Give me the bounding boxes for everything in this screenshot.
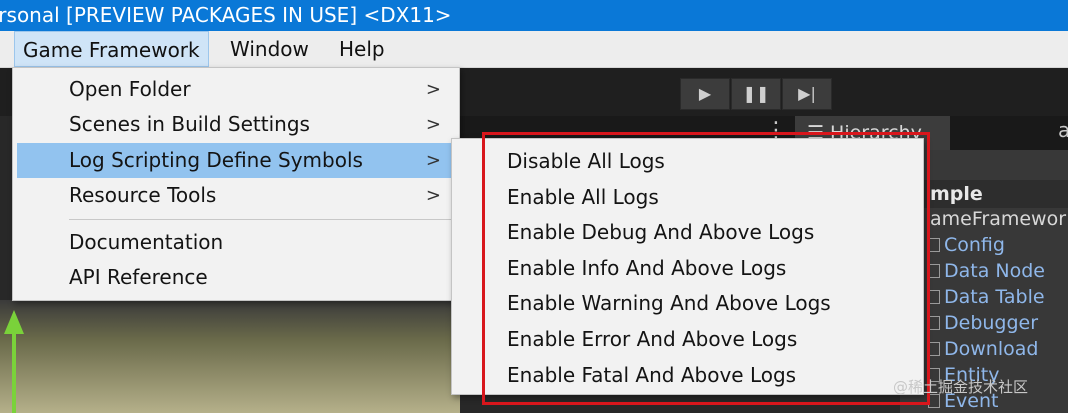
scene-view[interactable]	[0, 300, 460, 413]
menu-item-scenes-in-build-settings[interactable]: Scenes in Build Settings >	[17, 107, 455, 142]
step-icon: ▶|	[798, 84, 816, 103]
menu-window[interactable]: Window	[222, 31, 317, 67]
hierarchy-item-config[interactable]: Config	[928, 234, 1005, 256]
menu-item-open-folder[interactable]: Open Folder >	[17, 72, 455, 107]
play-icon: ▶	[698, 84, 712, 103]
chevron-right-icon: >	[425, 79, 441, 100]
hierarchy-item-debugger[interactable]: Debugger	[928, 312, 1038, 334]
chevron-right-icon: >	[425, 114, 441, 135]
menu-item-resource-tools[interactable]: Resource Tools >	[17, 178, 455, 213]
menu-item-log-scripting-define-symbols[interactable]: Log Scripting Define Symbols >	[17, 143, 455, 178]
hierarchy-item-download[interactable]: Download	[928, 338, 1038, 360]
menu-separator	[69, 219, 455, 220]
hierarchy-item-data-node[interactable]: Data Node	[928, 260, 1045, 282]
play-button[interactable]: ▶	[680, 78, 730, 110]
game-framework-dropdown: Open Folder > Scenes in Build Settings >…	[12, 67, 460, 301]
menu-game-framework[interactable]: Game Framework	[14, 31, 209, 67]
hierarchy-item-data-table[interactable]: Data Table	[928, 286, 1045, 308]
annotation-highlight-box	[482, 132, 930, 405]
chevron-right-icon: >	[425, 185, 441, 206]
window-title: ersonal [PREVIEW PACKAGES IN USE] <DX11>	[0, 3, 452, 27]
menu-help[interactable]: Help	[331, 31, 393, 67]
hierarchy-root-object[interactable]: ameFramewor	[930, 208, 1066, 230]
watermark: @稀土掘金技术社区	[893, 378, 1029, 396]
menu-bar: Game Framework Window Help	[0, 31, 1068, 68]
pause-button[interactable]: ❚❚	[731, 78, 781, 110]
menu-item-api-reference[interactable]: API Reference	[17, 260, 455, 295]
menu-item-documentation[interactable]: Documentation	[17, 225, 455, 260]
window-title-bar: ersonal [PREVIEW PACKAGES IN USE] <DX11>	[0, 0, 1068, 31]
pause-icon: ❚❚	[742, 84, 770, 103]
y-axis-gizmo-icon[interactable]	[4, 310, 24, 334]
step-button[interactable]: ▶|	[782, 78, 832, 110]
y-axis-gizmo-shaft	[12, 332, 16, 413]
chevron-right-icon: >	[425, 150, 441, 171]
lock-icon[interactable]: a	[1058, 118, 1068, 142]
